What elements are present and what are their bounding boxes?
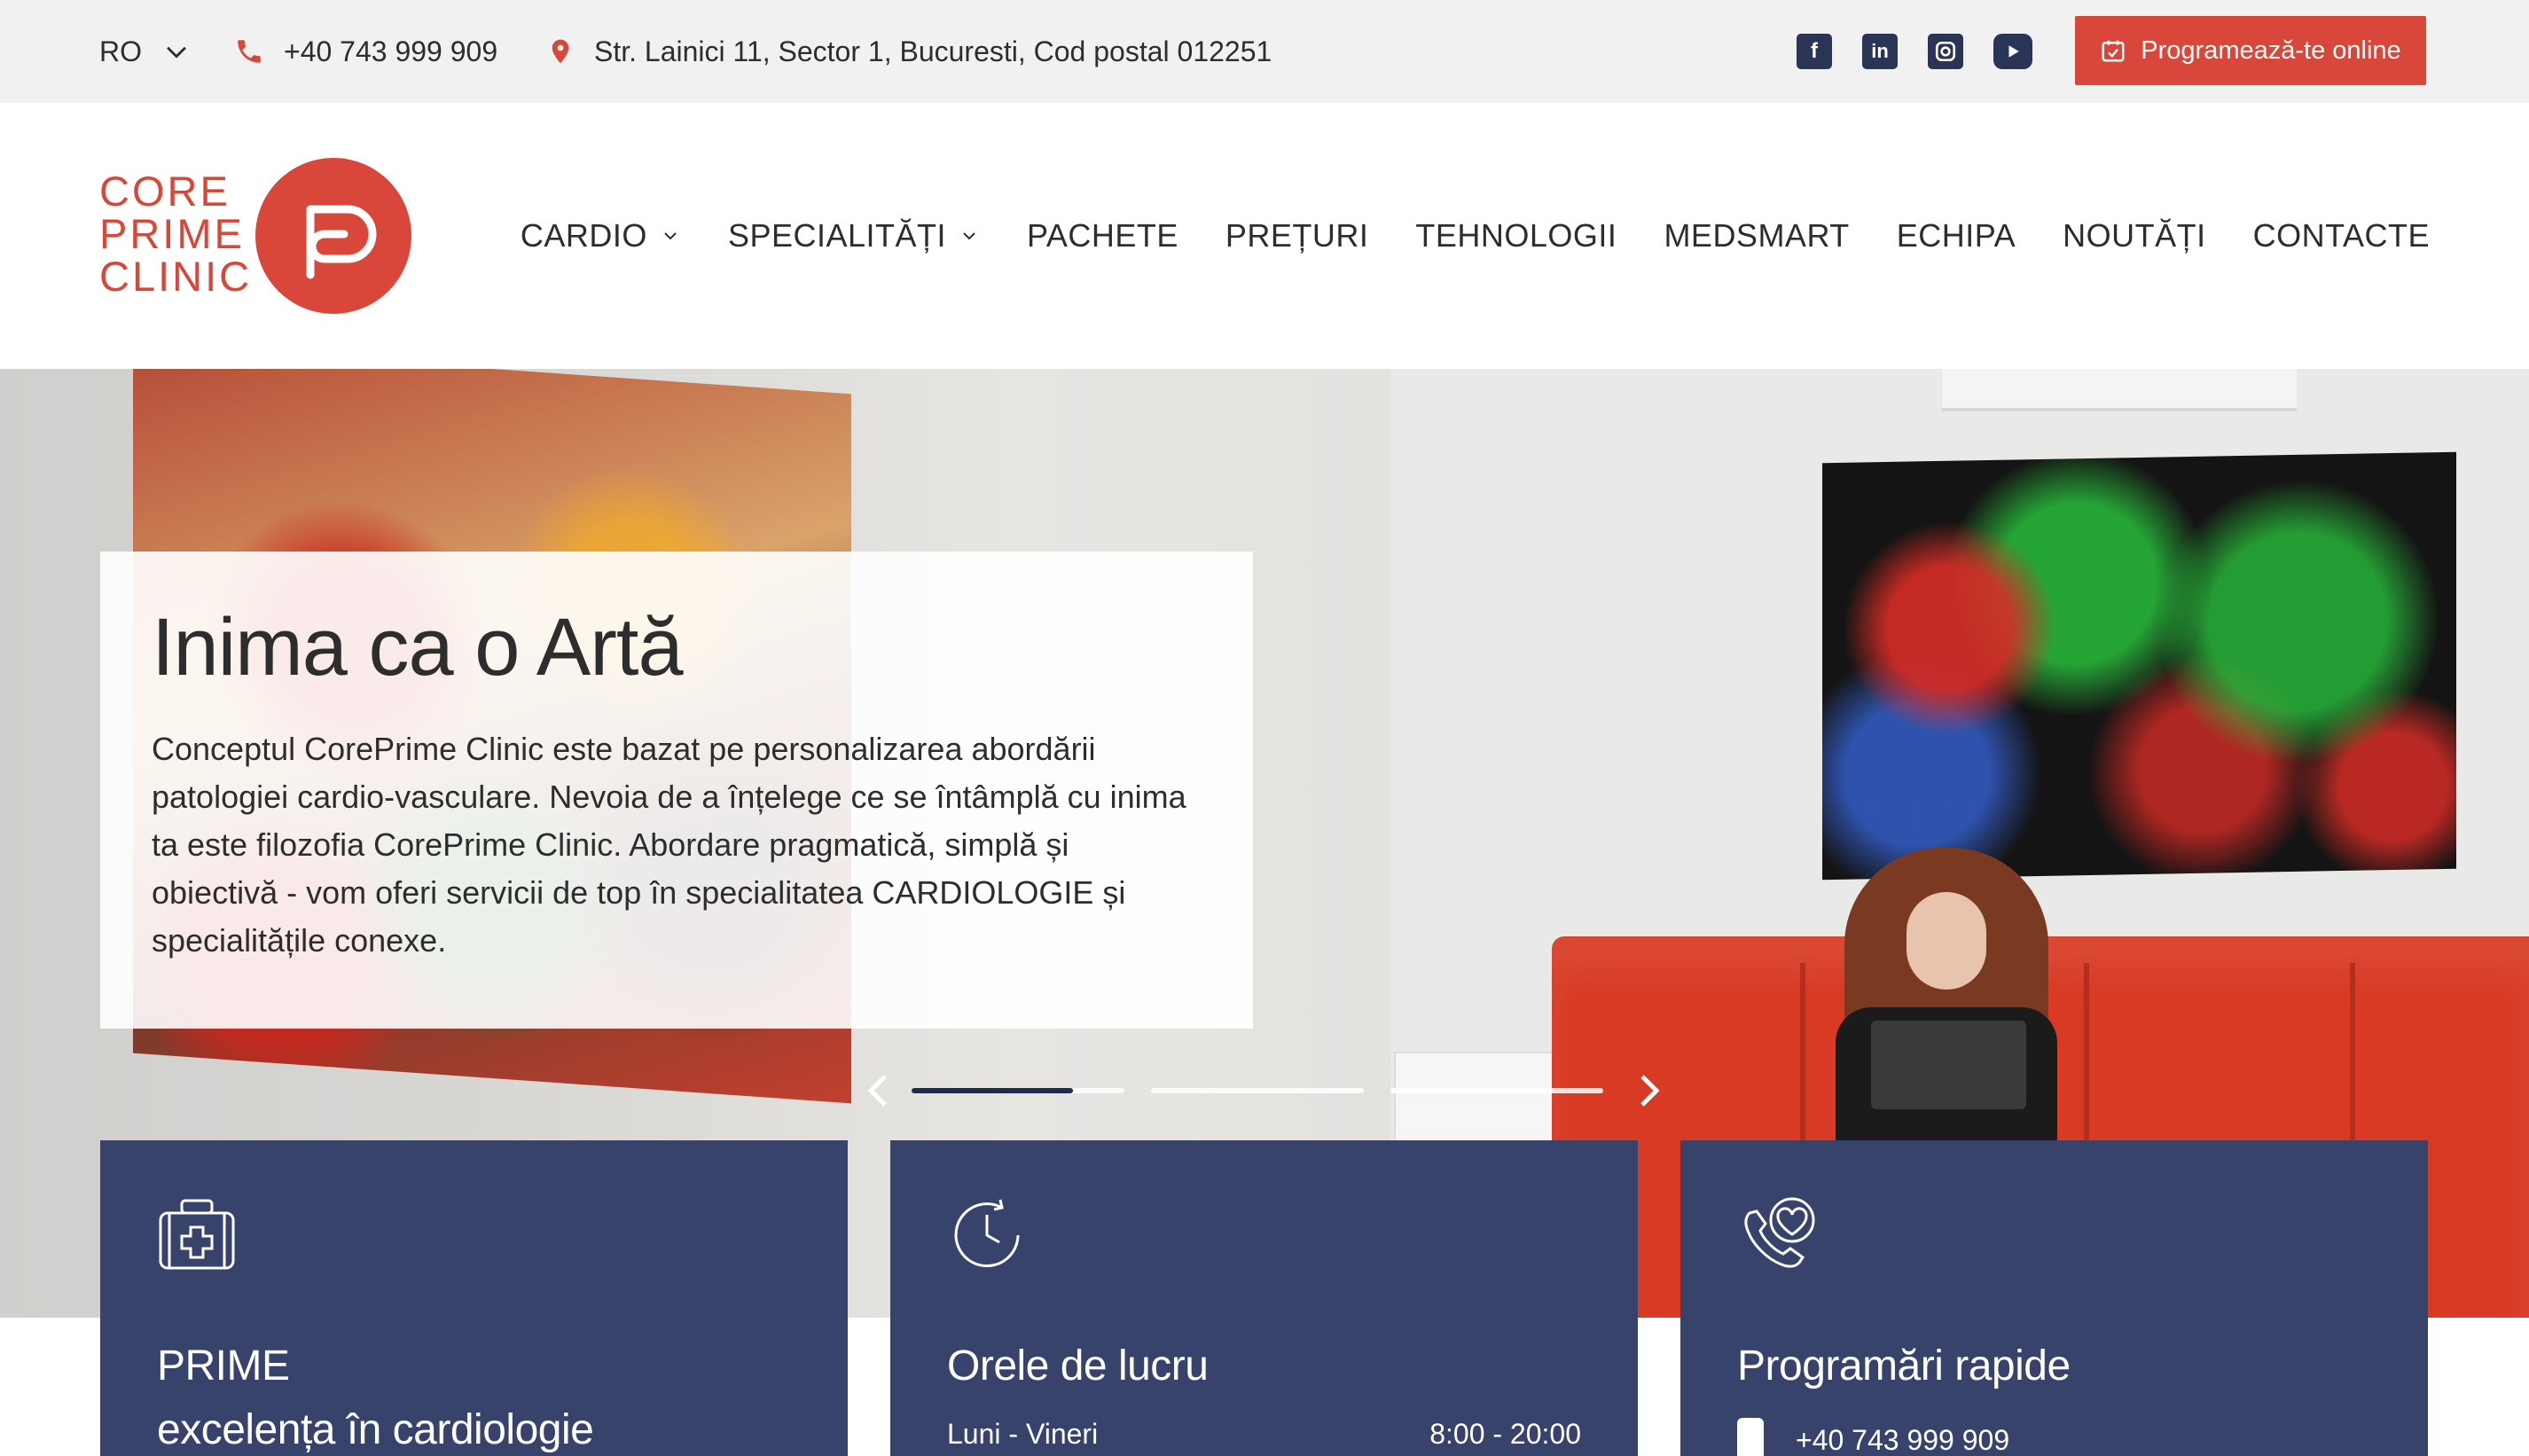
info-card-appointments: Programări rapide +40 743 999 909 (1680, 1140, 2428, 1456)
logo-mark-icon (255, 158, 411, 314)
person-face (1907, 892, 1986, 990)
instagram-icon[interactable] (1928, 34, 1963, 69)
card-title-line: excelența în cardiologie (157, 1406, 594, 1453)
logo-wordmark: CORE PRIME CLINIC (99, 170, 252, 298)
nav-item-medsmart[interactable]: MEDSMART (1664, 217, 1849, 254)
hero-text: Conceptul CorePrime Clinic este bazat pe… (152, 731, 1186, 959)
address-text: Str. Lainici 11, Sector 1, Bucuresti, Co… (594, 35, 1272, 67)
slider-bar[interactable] (912, 1088, 1124, 1093)
card-title: Orele de lucru (947, 1342, 1209, 1389)
nav-item-pachete[interactable]: PACHETE (1027, 217, 1178, 254)
appointments-phone-number: +40 743 999 909 (1796, 1423, 2010, 1456)
clock-icon (954, 1199, 1020, 1268)
nav-item-tehnologii[interactable]: TEHNOLOGII (1415, 217, 1617, 254)
card-title: Programări rapide (1737, 1342, 2071, 1389)
hours-time: 8:00 - 20:00 (1429, 1418, 1581, 1450)
nav-label: CONTACTE (2252, 217, 2430, 254)
logo-line-core: CORE (99, 168, 231, 215)
logo-line-clinic: CLINIC (99, 253, 253, 300)
nav-item-cardio[interactable]: CARDIO (521, 217, 681, 254)
nav-label: TEHNOLOGII (1415, 217, 1617, 254)
logo[interactable]: CORE PRIME CLINIC (99, 158, 419, 317)
person-laptop (1871, 1021, 2026, 1109)
slider-bar[interactable] (1151, 1088, 1364, 1093)
language-selector[interactable]: RO (99, 0, 192, 103)
linkedin-icon[interactable]: in (1862, 34, 1898, 69)
book-online-label: Programează-te online (2141, 35, 2401, 65)
card-title-line: PRIME (157, 1342, 290, 1389)
language-label: RO (99, 35, 142, 67)
nav-label: CARDIO (520, 217, 647, 254)
facebook-icon[interactable]: f (1797, 34, 1832, 69)
slider-prev-icon[interactable] (851, 1064, 904, 1117)
mobile-phone-icon (1737, 1418, 1764, 1456)
top-phone-number: +40 743 999 909 (284, 35, 498, 67)
nav-label: NOUTĂȚI (2063, 217, 2206, 254)
slider-controls (851, 1064, 1676, 1117)
logo-line-prime: PRIME (99, 210, 245, 257)
nav-item-specialitati[interactable]: SPECIALITĂȚI (728, 217, 980, 254)
hero-photo-painting-right (1822, 451, 2456, 881)
nav-label: SPECIALITĂȚI (727, 217, 947, 254)
hours-days: Luni - Vineri (947, 1418, 1099, 1450)
slider-bar[interactable] (1390, 1088, 1603, 1093)
site-header: CORE PRIME CLINIC CARDIO SPECIALITĂȚI PA… (0, 103, 2529, 369)
info-card-hours: Orele de lucru Luni - Vineri 8:00 - 20:0… (890, 1140, 1638, 1456)
nav-label: PACHETE (1027, 217, 1178, 254)
medical-kit-icon (159, 1199, 235, 1270)
nav-label: MEDSMART (1664, 217, 1850, 254)
heart-phone-icon (1744, 1197, 1815, 1268)
nav-label: PREȚURI (1225, 217, 1369, 254)
hero-photo-person (1818, 848, 2075, 1167)
main-nav: CARDIO SPECIALITĂȚI PACHETE PREȚURI TEHN… (521, 103, 2430, 369)
chevron-down-icon (167, 46, 186, 59)
nav-item-contacte[interactable]: CONTACTE (2253, 217, 2430, 254)
card-title: PRIME excelența în cardiologie (157, 1335, 791, 1456)
top-bar: RO +40 743 999 909 Str. Lainici 11, Sect… (0, 0, 2529, 103)
chevron-down-icon (963, 232, 975, 240)
nav-item-preturi[interactable]: PREȚURI (1225, 217, 1369, 254)
social-links: f in (1797, 34, 2032, 69)
top-address: Str. Lainici 11, Sector 1, Bucuresti, Co… (546, 0, 1272, 103)
hero-caption: Inima ca o Artă Conceptul CorePrime Clin… (100, 552, 1253, 1029)
location-pin-icon (552, 39, 569, 64)
top-phone[interactable]: +40 743 999 909 (234, 0, 497, 103)
appointments-phone[interactable]: +40 743 999 909 (1737, 1418, 2371, 1456)
youtube-icon[interactable] (1993, 34, 2032, 69)
slider-next-icon[interactable] (1623, 1064, 1676, 1117)
slider-bar-fill (912, 1088, 1074, 1093)
nav-item-echipa[interactable]: ECHIPA (1897, 217, 2016, 254)
info-card-prime: PRIME excelența în cardiologie (100, 1140, 848, 1456)
nav-label: ECHIPA (1896, 217, 2016, 254)
nav-item-noutati[interactable]: NOUTĂȚI (2063, 217, 2206, 254)
hours-row: Luni - Vineri 8:00 - 20:00 (947, 1418, 1581, 1451)
hero-title: Inima ca o Artă (152, 602, 684, 693)
chevron-down-icon (664, 232, 677, 240)
book-online-button[interactable]: Programează-te online (2075, 16, 2426, 85)
hero-photo-ac-unit (1942, 369, 2297, 411)
calendar-icon (2102, 40, 2125, 62)
phone-icon (238, 40, 261, 63)
